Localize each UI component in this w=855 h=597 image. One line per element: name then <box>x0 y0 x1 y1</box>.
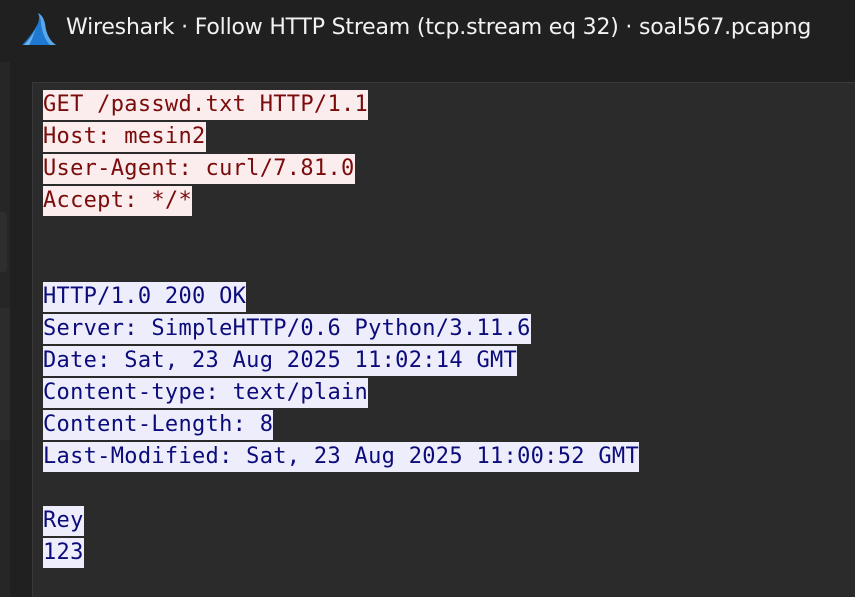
client-request-line[interactable]: User-Agent: curl/7.81.0 <box>43 154 355 184</box>
server-body-line[interactable]: 123 <box>43 538 84 568</box>
server-response-line[interactable]: Server: SimpleHTTP/0.6 Python/3.11.6 <box>43 314 531 344</box>
background-window-panel <box>0 308 10 440</box>
server-response-line[interactable]: Content-type: text/plain <box>43 378 369 408</box>
window-title: Wireshark · Follow HTTP Stream (tcp.stre… <box>66 15 812 40</box>
client-request-line[interactable]: GET /passwd.txt HTTP/1.1 <box>43 90 369 120</box>
server-response-line[interactable]: Date: Sat, 23 Aug 2025 11:02:14 GMT <box>43 346 518 376</box>
title-bar[interactable]: Wireshark · Follow HTTP Stream (tcp.stre… <box>0 0 855 62</box>
background-window-edge <box>0 62 10 597</box>
client-request-line[interactable]: Host: mesin2 <box>43 122 206 152</box>
server-response-line[interactable]: Content-Length: 8 <box>43 410 274 440</box>
server-body-line[interactable]: Rey <box>43 506 84 536</box>
follow-stream-window: Wireshark · Follow HTTP Stream (tcp.stre… <box>0 0 855 597</box>
server-response-line[interactable]: Last-Modified: Sat, 23 Aug 2025 11:00:52… <box>43 442 639 472</box>
server-response-line[interactable]: HTTP/1.0 200 OK <box>43 282 247 312</box>
stream-content-pane[interactable]: GET /passwd.txt HTTP/1.1 Host: mesin2 Us… <box>32 82 855 597</box>
background-window-tab <box>0 212 7 272</box>
wireshark-fin-icon <box>22 13 56 45</box>
client-request-line[interactable]: Accept: */* <box>43 186 192 216</box>
